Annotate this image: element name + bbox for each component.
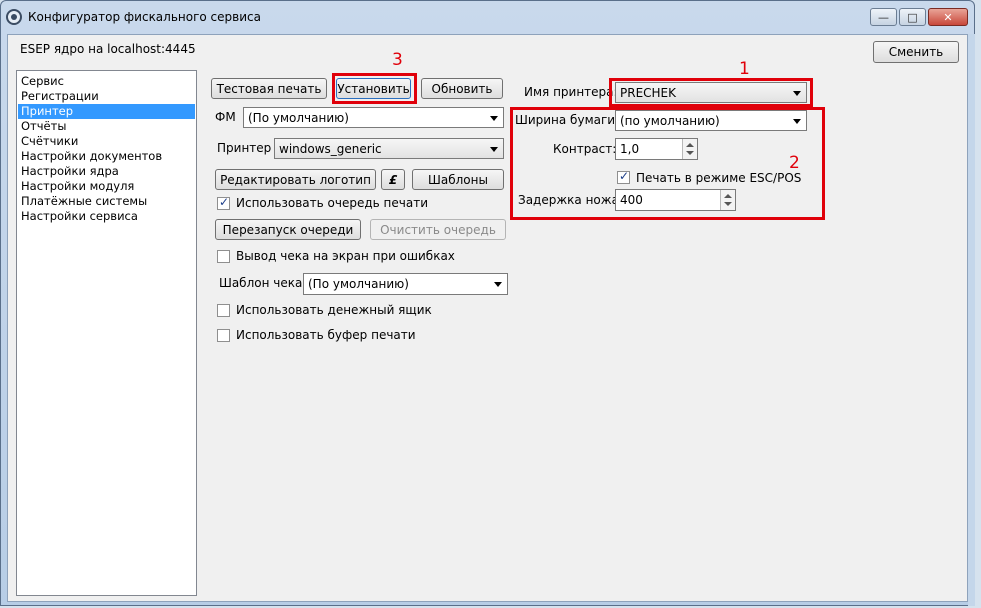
printer-name-label: Имя принтера: xyxy=(524,85,618,99)
fm-select-value: (По умолчанию) xyxy=(248,110,349,125)
chevron-down-icon xyxy=(490,146,498,152)
minimize-button[interactable]: — xyxy=(870,8,897,26)
close-button[interactable]: ✕ xyxy=(928,8,968,26)
clear-queue-button[interactable]: Очистить очередь xyxy=(370,219,506,240)
annotation-mark-2: 2 xyxy=(789,153,800,173)
print-buffer-checkbox[interactable] xyxy=(217,329,230,342)
fm-label: ФМ xyxy=(215,110,236,124)
symbol-button[interactable]: £ xyxy=(381,169,405,190)
cash-drawer-checkbox[interactable] xyxy=(217,304,230,317)
printer-select-value: windows_generic xyxy=(279,141,382,156)
printer-select[interactable]: windows_generic xyxy=(274,138,504,159)
window-title: Конфигуратор фискального сервиса xyxy=(28,10,261,24)
edit-logo-button[interactable]: Редактировать логотип xyxy=(215,169,376,190)
annotation-box-3 xyxy=(332,73,417,104)
sidebar-item-counters[interactable]: Счётчики xyxy=(18,134,195,149)
annotation-box-2 xyxy=(510,107,825,220)
annotation-mark-1: 1 xyxy=(739,59,750,79)
use-queue-checkbox[interactable] xyxy=(217,195,230,210)
receipt-template-label: Шаблон чека xyxy=(219,276,303,290)
printer-label: Принтер xyxy=(217,141,272,155)
show-on-error-label: Вывод чека на экран при ошибках xyxy=(236,249,455,263)
print-buffer-label: Использовать буфер печати xyxy=(236,328,416,342)
sidebar-item-service-settings[interactable]: Настройки сервиса xyxy=(18,209,195,224)
sidebar-item-printer[interactable]: Принтер xyxy=(18,104,195,119)
annotation-mark-3: 3 xyxy=(392,50,403,70)
sidebar-item-payment-systems[interactable]: Платёжные системы xyxy=(18,194,195,209)
sidebar-item-registrations[interactable]: Регистрации xyxy=(18,89,195,104)
receipt-template-value: (По умолчанию) xyxy=(308,277,409,291)
fm-select[interactable]: (По умолчанию) xyxy=(243,107,504,128)
app-gear-icon xyxy=(6,9,22,25)
title-bar[interactable]: Конфигуратор фискального сервиса — □ ✕ xyxy=(0,0,975,34)
window-right-border xyxy=(968,34,975,606)
sidebar-item-reports[interactable]: Отчёты xyxy=(18,119,195,134)
sidebar-item-service[interactable]: Сервис xyxy=(18,74,195,89)
receipt-template-select[interactable]: (По умолчанию) xyxy=(303,273,508,295)
sidebar-item-document-settings[interactable]: Настройки документов xyxy=(18,149,195,164)
templates-button[interactable]: Шаблоны xyxy=(412,169,504,190)
chevron-down-icon xyxy=(490,115,498,121)
use-queue-label: Использовать очередь печати xyxy=(236,196,428,210)
chevron-down-icon xyxy=(494,282,502,287)
server-label: ESEP ядро на localhost:4445 xyxy=(20,42,196,56)
maximize-button[interactable]: □ xyxy=(899,8,926,26)
sidebar-item-module-settings[interactable]: Настройки модуля xyxy=(18,179,195,194)
show-on-error-checkbox[interactable] xyxy=(217,250,230,263)
sidebar-item-core-settings[interactable]: Настройки ядра xyxy=(18,164,195,179)
cash-drawer-label: Использовать денежный ящик xyxy=(236,303,432,317)
refresh-button[interactable]: Обновить xyxy=(421,78,503,99)
change-server-button[interactable]: Сменить xyxy=(873,41,959,63)
sidebar-nav: Сервис Регистрации Принтер Отчёты Счётчи… xyxy=(16,70,197,596)
restart-queue-button[interactable]: Перезапуск очереди xyxy=(215,219,361,240)
annotation-box-1 xyxy=(609,78,813,107)
test-print-button[interactable]: Тестовая печать xyxy=(211,78,327,99)
